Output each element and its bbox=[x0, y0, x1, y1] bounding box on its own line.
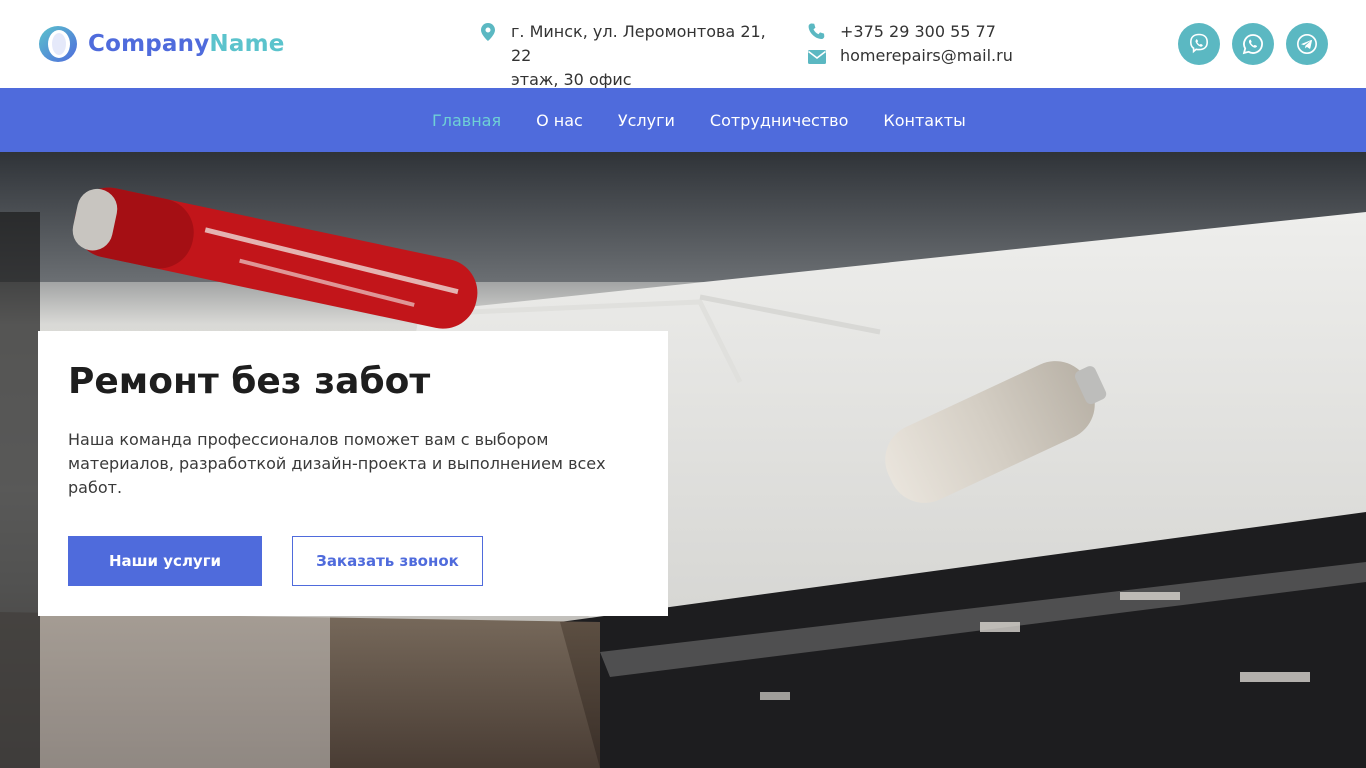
hero-title: Ремонт без забот bbox=[68, 361, 431, 402]
phone-number[interactable]: +375 29 300 55 77 bbox=[840, 20, 1068, 44]
nav-menu: Главная О нас Услуги Сотрудничество Конт… bbox=[432, 88, 1001, 152]
site-header: CompanyName г. Минск, ул. Леромонтова 21… bbox=[0, 0, 1366, 89]
nav-item-services[interactable]: Услуги bbox=[618, 111, 675, 130]
whatsapp-icon bbox=[1242, 34, 1263, 55]
main-navigation: Главная О нас Услуги Сотрудничество Конт… bbox=[0, 88, 1366, 152]
our-services-button[interactable]: Наши услуги bbox=[68, 536, 262, 586]
phone-email-block: +375 29 300 55 77 homerepairs@mail.ru bbox=[808, 20, 1068, 68]
logo-icon bbox=[39, 26, 77, 62]
map-pin-icon bbox=[481, 23, 495, 41]
social-links bbox=[1178, 23, 1328, 65]
hero-description: Наша команда профессионалов поможет вам … bbox=[68, 430, 606, 497]
nav-item-cooperation[interactable]: Сотрудничество bbox=[710, 111, 848, 130]
nav-item-about[interactable]: О нас bbox=[536, 111, 583, 130]
telegram-icon bbox=[1297, 34, 1317, 54]
hero-card: Ремонт без забот Наша команда профессион… bbox=[38, 331, 668, 616]
address-line1: г. Минск, ул. Леромонтова 21, 22 bbox=[511, 22, 766, 65]
email-address[interactable]: homerepairs@mail.ru bbox=[840, 44, 1068, 68]
hero-section: Ремонт без забот Наша команда профессион… bbox=[0, 152, 1366, 768]
logo-text-part2: Name bbox=[209, 31, 285, 57]
viber-button[interactable] bbox=[1178, 23, 1220, 65]
phone-icon bbox=[808, 23, 825, 39]
nav-item-contacts[interactable]: Контакты bbox=[883, 111, 965, 130]
telegram-button[interactable] bbox=[1286, 23, 1328, 65]
viber-icon bbox=[1189, 33, 1209, 54]
company-logo[interactable]: CompanyName bbox=[38, 25, 285, 63]
logo-text: CompanyName bbox=[88, 31, 285, 57]
whatsapp-button[interactable] bbox=[1232, 23, 1274, 65]
email-icon bbox=[808, 50, 826, 64]
nav-item-home[interactable]: Главная bbox=[432, 111, 501, 130]
request-call-button[interactable]: Заказать звонок bbox=[292, 536, 483, 586]
logo-text-part1: Company bbox=[88, 31, 210, 57]
address-block: г. Минск, ул. Леромонтова 21, 22 этаж, 3… bbox=[479, 20, 779, 92]
